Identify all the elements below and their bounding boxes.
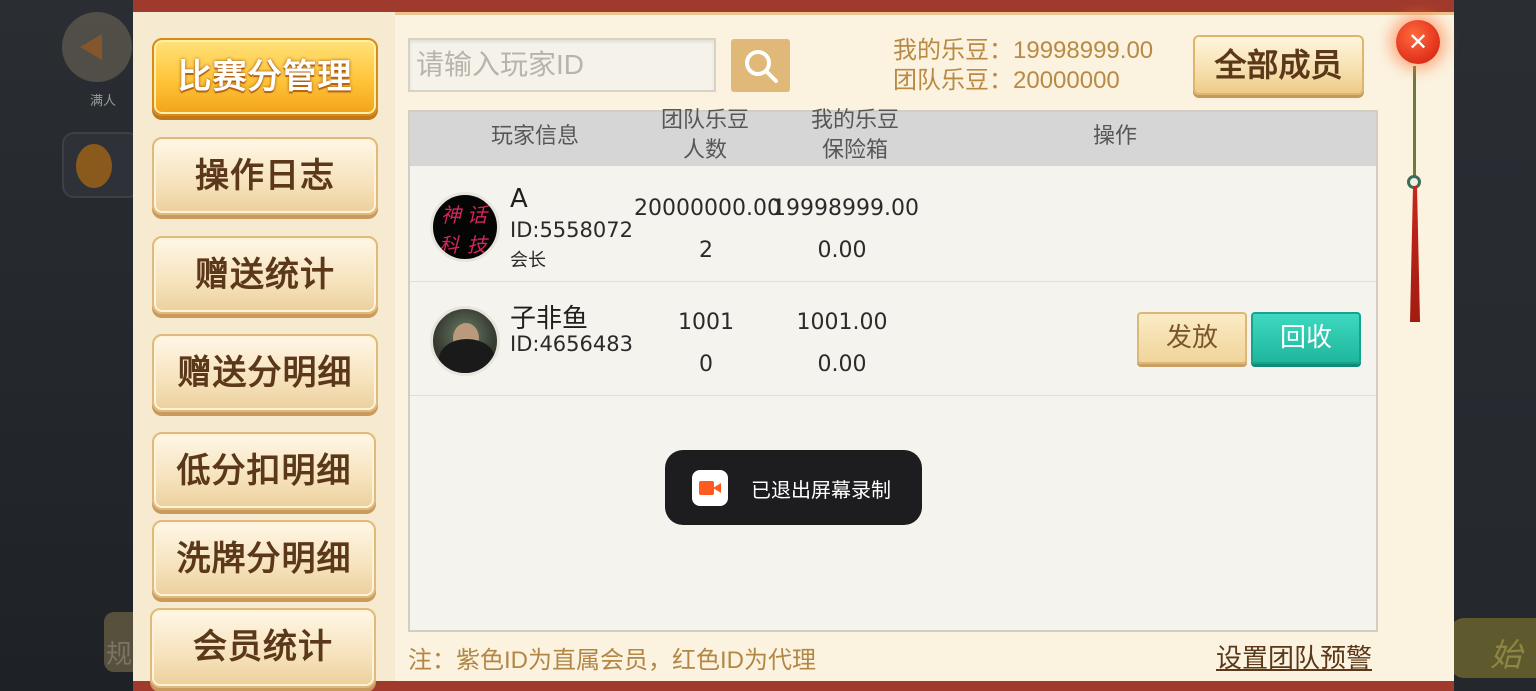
screen-recording-toast: 已退出屏幕录制 <box>665 450 922 525</box>
sidebar-item-operation-log[interactable]: 操作日志 <box>152 137 378 215</box>
search-button[interactable] <box>731 39 790 92</box>
safe-value: 0.00 <box>817 238 867 263</box>
member-table: 玩家信息 团队乐豆 人数 我的乐豆 保险箱 操作 神 话 科 技 A ID:55… <box>408 108 1378 632</box>
avatar-char: 神 <box>441 203 461 227</box>
member-count-value: 2 <box>699 238 713 263</box>
background-label: 满人 <box>90 94 117 109</box>
player-id: ID:5558072 <box>510 218 633 242</box>
decorative-rope <box>1413 66 1416 176</box>
search-icon <box>745 50 778 83</box>
team-beans-value: 20000000.00 <box>634 196 781 221</box>
player-id: ID:4656483 <box>510 332 633 356</box>
avatar-char: 科 <box>439 233 459 257</box>
table-row: 神 话 科 技 A ID:5558072 会长 20000000.00 2 19… <box>410 168 1376 282</box>
background-start-label: 始 <box>1490 636 1523 674</box>
bean-icon <box>62 132 140 198</box>
sidebar-item-low-score-deduction[interactable]: 低分扣明细 <box>152 432 376 510</box>
header-operation: 操作 <box>1092 124 1137 149</box>
avatar-char: 话 <box>467 203 487 227</box>
all-members-button[interactable]: 全部成员 <box>1193 35 1364 95</box>
search-input[interactable] <box>410 40 714 90</box>
player-name: A <box>510 184 528 214</box>
team-beans-text: 团队乐豆：20000000 <box>893 67 1120 94</box>
background-start: 始 <box>1450 618 1536 678</box>
table-header: 玩家信息 团队乐豆 人数 我的乐豆 保险箱 操作 <box>410 108 1376 166</box>
background-right <box>1446 0 1536 691</box>
player-role: 会长 <box>510 250 546 271</box>
screen-record-icon <box>692 470 728 506</box>
avatar-char: 技 <box>467 233 487 257</box>
table-row: 子非鱼 ID:4656483 1001 0 1001.00 0.00 发放 回收 <box>410 282 1376 396</box>
header-team-beans-line1: 团队乐豆 <box>660 108 749 133</box>
player-name: 子非鱼 <box>510 304 589 334</box>
background-left <box>0 0 140 691</box>
toast-text: 已退出屏幕录制 <box>751 480 891 502</box>
header-player-info: 玩家信息 <box>490 124 579 149</box>
avatar <box>430 306 500 376</box>
footer-note: 注：紫色ID为直属会员，红色ID为代理 <box>408 647 816 674</box>
sidebar-item-match-score-management[interactable]: 比赛分管理 <box>152 38 378 116</box>
set-team-warning-link[interactable]: 设置团队预警 <box>1216 638 1372 675</box>
back-arrow-icon <box>62 12 132 82</box>
search-field <box>408 38 716 92</box>
header-team-beans-line2: 人数 <box>682 138 727 163</box>
team-beans-value: 1001 <box>678 310 734 335</box>
header-team-beans: 团队乐豆 人数 <box>650 106 760 166</box>
bean-balances: 我的乐豆：19998999.00 团队乐豆：20000000 <box>893 36 1153 96</box>
sidebar-item-shuffle-score-details[interactable]: 洗牌分明细 <box>152 520 376 598</box>
my-beans-value: 19998999.00 <box>772 196 919 221</box>
sidebar-item-gift-statistics[interactable]: 赠送统计 <box>152 236 378 314</box>
my-beans-value: 1001.00 <box>796 310 888 335</box>
close-icon: ✕ <box>1407 28 1429 56</box>
header-my-beans-line2: 保险箱 <box>821 138 888 163</box>
safe-value: 0.00 <box>817 352 867 377</box>
give-button[interactable]: 发放 <box>1137 312 1247 364</box>
sidebar-item-gift-score-details[interactable]: 赠送分明细 <box>152 334 378 412</box>
my-beans-text: 我的乐豆：19998999.00 <box>893 37 1154 64</box>
avatar: 神 话 科 技 <box>430 192 500 262</box>
header-my-beans-line1: 我的乐豆 <box>810 108 899 133</box>
background-rule-label: 规 <box>106 640 133 670</box>
close-button[interactable]: ✕ <box>1396 20 1440 64</box>
sidebar-item-member-statistics[interactable]: 会员统计 <box>150 608 376 688</box>
member-count-value: 0 <box>699 352 713 377</box>
recall-button[interactable]: 回收 <box>1251 312 1361 364</box>
header-my-beans: 我的乐豆 保险箱 <box>800 106 910 166</box>
